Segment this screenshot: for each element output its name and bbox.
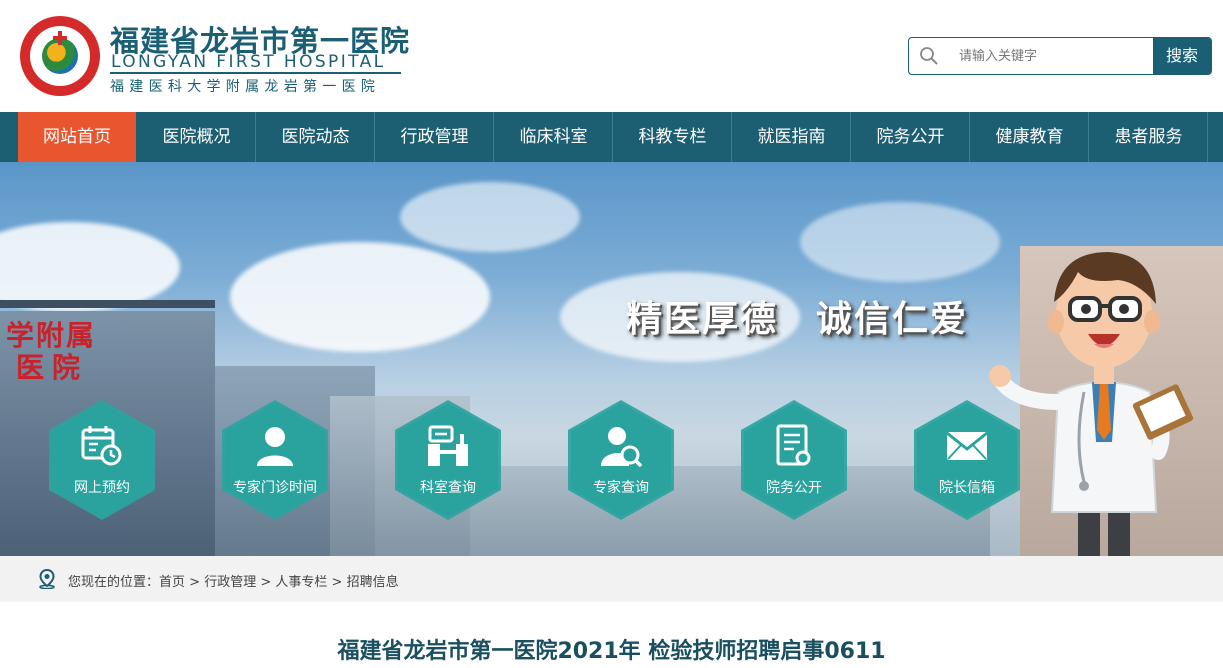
quick-link-label: 专家查询 (593, 480, 649, 496)
hospital-emblem-icon[interactable] (20, 16, 100, 96)
nav-item-public-affairs[interactable]: 院务公开 (852, 112, 970, 162)
nav-item-patient-service[interactable]: 患者服务 (1090, 112, 1208, 162)
location-pin-icon (39, 569, 55, 589)
person-search-icon (601, 427, 643, 468)
mail-icon (946, 431, 988, 460)
building-roof (0, 300, 215, 308)
banner-slogan: 精医厚德 诚信仁爱 (626, 299, 969, 340)
cloud (230, 242, 490, 352)
breadcrumb-item-recruitment[interactable]: 招聘信息 (347, 575, 399, 590)
logo-subtitle: 福建医科大学附属龙岩第一医院 (110, 79, 381, 95)
hero-banner: 学附属 医院 精医厚德 诚信仁爱 网上预约 专家门诊时间 科室查询 专家查询 院… (0, 162, 1223, 556)
quick-link-label: 专家门诊时间 (233, 480, 317, 496)
logo-title-en: LONGYAN FIRST HOSPITAL (111, 52, 386, 72)
quick-link-label: 网上预约 (74, 480, 130, 496)
department-icon (428, 425, 468, 466)
nav-item-home[interactable]: 网站首页 (18, 112, 136, 162)
cloud (800, 202, 1000, 282)
nav-item-news[interactable]: 医院动态 (257, 112, 375, 162)
doctor-mascot-illustration (989, 252, 1194, 556)
logo-divider (110, 72, 401, 74)
breadcrumb-item-home[interactable]: 首页 (159, 575, 185, 590)
nav-item-clinical[interactable]: 临床科室 (495, 112, 613, 162)
document-icon (776, 424, 811, 466)
main-nav: 网站首页 医院概况 医院动态 行政管理 临床科室 科教专栏 就医指南 院务公开 … (0, 112, 1223, 162)
quick-link-label: 院务公开 (766, 480, 822, 496)
search-button[interactable]: 搜索 (1153, 38, 1211, 74)
building-sign: 医院 (16, 351, 89, 384)
breadcrumb-item-admin[interactable]: 行政管理 (204, 575, 256, 590)
search-input[interactable] (949, 38, 1149, 74)
breadcrumb-prefix: 您现在的位置： (68, 575, 160, 590)
breadcrumb-separator: > (327, 575, 347, 590)
nav-item-research[interactable]: 科教专栏 (614, 112, 732, 162)
quick-link-label: 科室查询 (420, 480, 476, 496)
cloud (0, 222, 180, 312)
breadcrumb-separator: > (185, 575, 205, 590)
search-icon (920, 47, 938, 65)
nav-item-guide[interactable]: 就医指南 (733, 112, 851, 162)
nav-item-admin[interactable]: 行政管理 (376, 112, 494, 162)
nav-item-health-education[interactable]: 健康教育 (971, 112, 1089, 162)
search-box: 搜索 (908, 37, 1212, 75)
nav-item-overview[interactable]: 医院概况 (138, 112, 256, 162)
breadcrumb-separator: > (256, 575, 276, 590)
calendar-clock-icon (81, 426, 122, 466)
article-title: 福建省龙岩市第一医院2021年 检验技师招聘启事0611 (337, 639, 886, 664)
site-header: 福建省龙岩市第一医院 LONGYAN FIRST HOSPITAL 福建医科大学… (0, 0, 1223, 112)
breadcrumb-item-hr[interactable]: 人事专栏 (275, 575, 327, 590)
city-skyline (470, 466, 990, 556)
person-icon (257, 427, 293, 466)
cloud (400, 182, 580, 252)
breadcrumb: 您现在的位置：首页 > 行政管理 > 人事专栏 > 招聘信息 (68, 571, 399, 590)
